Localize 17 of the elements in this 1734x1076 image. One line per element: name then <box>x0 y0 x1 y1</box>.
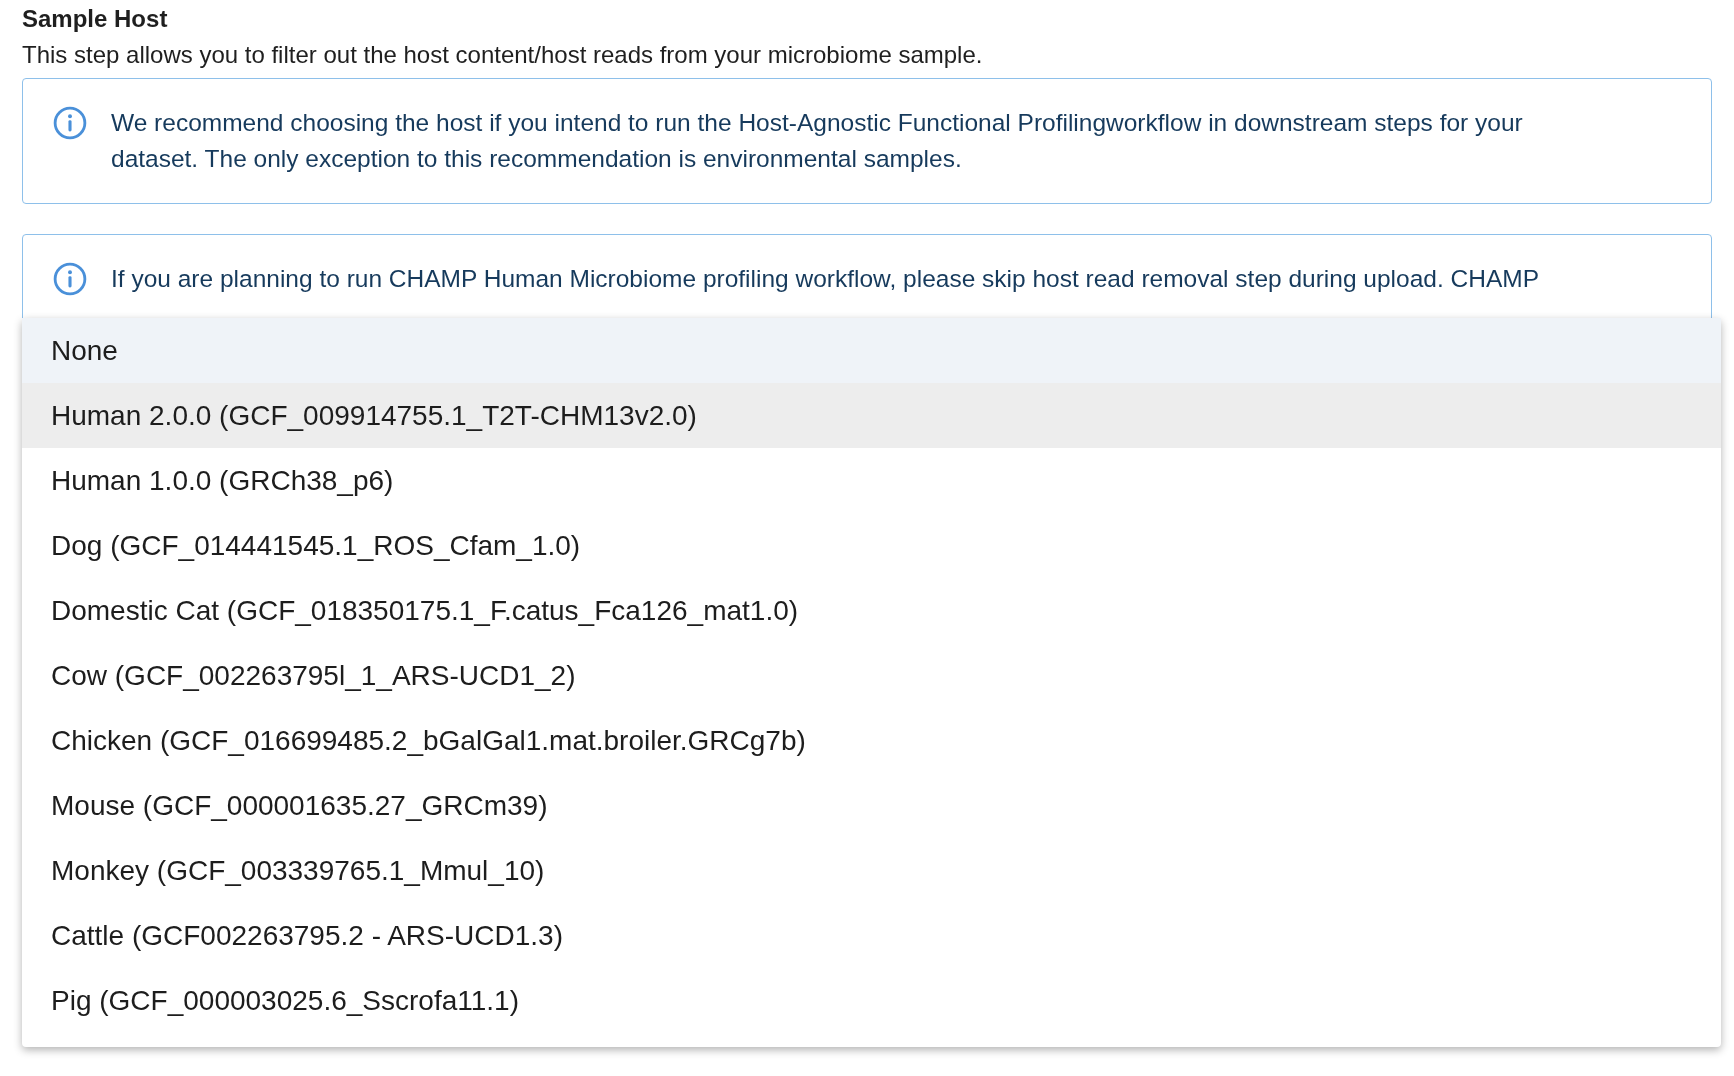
notice-text: If you are planning to run CHAMP Human Microbiome profiling workflow, please skip host read removal step during upload. CHAMP <box>111 264 1540 294</box>
dropdown-option[interactable]: Cow (GCF_002263795l_1_ARS-UCD1_2) <box>22 643 1721 708</box>
section-description: This step allows you to filter out the host content/host reads from your microbiome sample. <box>22 42 984 68</box>
info-icon <box>53 106 87 140</box>
dropdown-option[interactable]: Human 2.0.0 (GCF_009914755.1_T2T-CHM13v2.0) <box>22 383 1721 448</box>
info-icon <box>53 262 87 296</box>
dropdown-option[interactable]: Cattle (GCF002263795.2 - ARS-UCD1.3) <box>22 903 1721 968</box>
dropdown-option[interactable]: Domestic Cat (GCF_018350175.1_F.catus_Fca126_mat1.0) <box>22 578 1721 643</box>
notice-text: We recommend choosing the host if you intend to run the Host-Agnostic Functional Profilingworkflow in downstream steps for your dataset. The only exception to this recommendation is environmental samples. <box>111 108 1524 174</box>
dropdown-option[interactable]: Human 1.0.0 (GRCh38_p6) <box>22 448 1721 513</box>
dropdown-option[interactable]: Pig (GCF_000003025.6_Sscrofa11.1) <box>22 968 1721 1033</box>
dropdown-option[interactable]: None <box>22 318 1721 383</box>
dropdown-option[interactable]: Monkey (GCF_003339765.1_Mmul_10) <box>22 838 1721 903</box>
section-title: Sample Host <box>22 4 169 32</box>
dropdown-option[interactable]: Dog (GCF_014441545.1_ROS_Cfam_1.0) <box>22 513 1721 578</box>
dropdown-option[interactable]: Chicken (GCF_016699485.2_bGalGal1.mat.broiler.GRCg7b) <box>22 708 1721 773</box>
dropdown-option[interactable]: Mouse (GCF_000001635.27_GRCm39) <box>22 773 1721 838</box>
